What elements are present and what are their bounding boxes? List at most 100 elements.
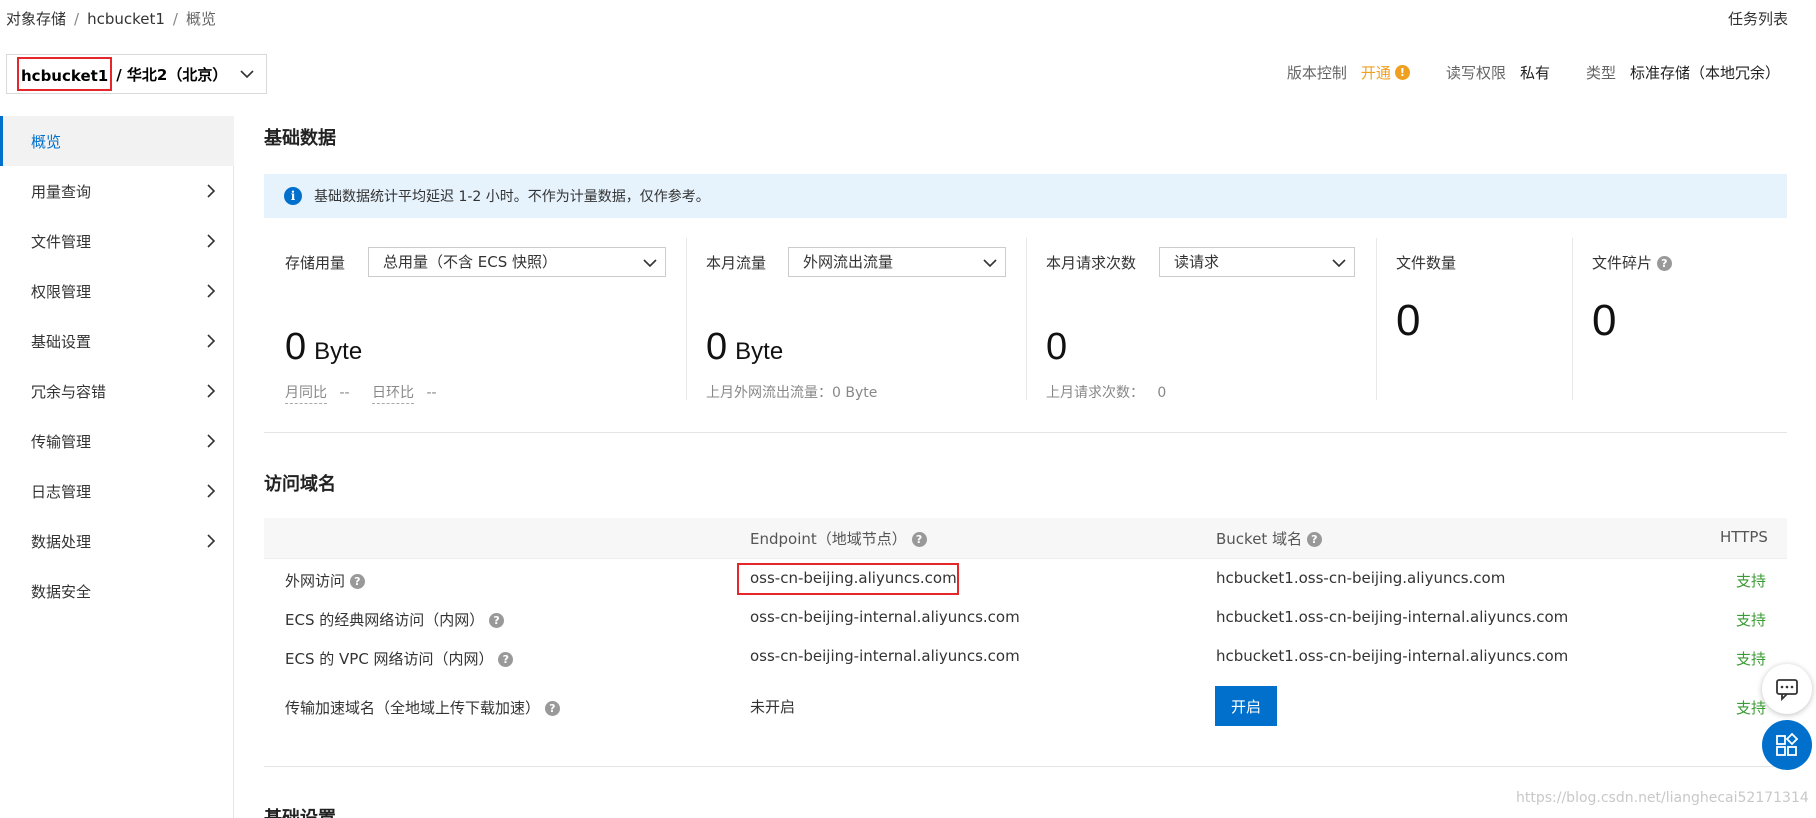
apps-icon — [1776, 732, 1799, 756]
basic-settings-title: 基础设置 — [264, 804, 336, 818]
mom-label[interactable]: 月同比 — [285, 385, 327, 404]
info-notice: i 基础数据统计平均延迟 1-2 小时。不作为计量数据，仅作参考。 — [264, 174, 1787, 218]
chevron-right-icon — [207, 384, 216, 398]
chevron-right-icon — [207, 484, 216, 498]
sidebar-item-basic-settings[interactable]: 基础设置 — [0, 316, 234, 366]
section-divider — [264, 766, 1787, 767]
help-icon[interactable]: ? — [544, 701, 560, 716]
warning-icon: ! — [1394, 65, 1410, 80]
bucket-domain-header: Bucket 域名 ? — [1216, 528, 1322, 549]
fragments-value: 0 — [1592, 296, 1617, 345]
chevron-right-icon — [207, 334, 216, 348]
domains-table-header: Endpoint（地域节点） ? Bucket 域名 ? HTTPS — [264, 518, 1787, 558]
version-control-value[interactable]: 开通 — [1361, 62, 1391, 83]
https-header: HTTPS — [1720, 528, 1768, 546]
storage-compare: 月同比 -- 日环比 -- — [285, 382, 437, 404]
sidebar-item-transfer[interactable]: 传输管理 — [0, 416, 234, 466]
https-support: 支持 — [1736, 611, 1767, 629]
sidebar-item-permissions[interactable]: 权限管理 — [0, 266, 234, 316]
breadcrumb-oss[interactable]: 对象存储 — [6, 10, 66, 28]
public-bucket-domain: hcbucket1.oss-cn-beijing.aliyuncs.com — [1216, 569, 1506, 587]
domains-title: 访问域名 — [264, 474, 336, 495]
help-icon[interactable]: ? — [911, 532, 927, 547]
table-row: 外网访问 ? — [285, 570, 365, 591]
chevron-right-icon — [207, 284, 216, 298]
sidebar-item-data-processing[interactable]: 数据处理 — [0, 516, 234, 566]
basic-data-title: 基础数据 — [264, 128, 336, 149]
bucket-meta: 版本控制 开通 ! 读写权限 私有 类型 标准存储（本地冗余） — [1287, 62, 1780, 83]
feedback-button[interactable] — [1762, 664, 1812, 714]
file-count-label: 文件数量 — [1396, 254, 1457, 272]
info-icon: i — [284, 187, 302, 205]
sidebar-item-overview[interactable]: 概览 — [0, 116, 234, 166]
rw-permission-value: 私有 — [1519, 64, 1550, 82]
chevron-right-icon — [207, 434, 216, 448]
section-divider — [264, 432, 1787, 433]
sidebar-item-files[interactable]: 文件管理 — [0, 216, 234, 266]
storage-type-label: 类型 — [1585, 64, 1616, 82]
public-endpoint: oss-cn-beijing.aliyuncs.com — [750, 569, 957, 587]
task-list-link[interactable]: 任务列表 — [1728, 8, 1788, 29]
divider — [686, 238, 687, 400]
help-icon[interactable]: ? — [1656, 256, 1672, 271]
vpc-bucket-domain: hcbucket1.oss-cn-beijing-internal.aliyun… — [1216, 647, 1569, 665]
apps-button[interactable] — [1762, 720, 1812, 770]
traffic-label: 本月流量 — [706, 254, 767, 272]
sidebar-item-data-security[interactable]: 数据安全 — [0, 566, 234, 616]
chevron-right-icon — [207, 184, 216, 198]
acceleration-status: 未开启 — [750, 698, 796, 716]
sidebar-item-logs[interactable]: 日志管理 — [0, 466, 234, 516]
chevron-down-icon — [1332, 259, 1346, 268]
table-row: 传输加速域名（全地域上传下载加速） ? — [285, 697, 560, 718]
chevron-down-icon — [983, 259, 997, 268]
divider — [1572, 238, 1573, 400]
storage-type-value: 标准存储（本地冗余） — [1629, 64, 1780, 82]
help-icon[interactable]: ? — [489, 613, 505, 628]
help-icon[interactable]: ? — [1306, 532, 1322, 547]
chat-icon — [1776, 679, 1798, 702]
storage-usage-select[interactable]: 总用量（不含 ECS 快照） — [368, 247, 666, 277]
chevron-right-icon — [207, 534, 216, 548]
traffic-last-month: 上月外网流出流量：0 Byte — [706, 385, 878, 401]
traffic-select[interactable]: 外网流出流量 — [788, 247, 1006, 277]
sidebar-item-redundancy[interactable]: 冗余与容错 — [0, 366, 234, 416]
bucket-name: hcbucket1 — [17, 57, 113, 91]
fragments-label: 文件碎片 ? — [1592, 252, 1672, 273]
help-icon[interactable]: ? — [498, 652, 514, 667]
classic-endpoint: oss-cn-beijing-internal.aliyuncs.com — [750, 608, 1020, 626]
file-count-value: 0 — [1396, 296, 1421, 345]
table-row: ECS 的经典网络访问（内网） ? — [285, 609, 505, 630]
storage-usage-value: 0 Byte — [285, 326, 363, 368]
requests-value: 0 — [1046, 326, 1068, 368]
bucket-selector[interactable]: hcbucket1 / 华北2（北京） — [6, 54, 267, 94]
info-notice-text: 基础数据统计平均延迟 1-2 小时。不作为计量数据，仅作参考。 — [314, 189, 710, 205]
bucket-region: / 华北2（北京） — [116, 65, 228, 84]
watermark: https://blog.csdn.net/lianghecai52171314 — [1516, 790, 1809, 806]
divider — [1026, 238, 1027, 400]
row-divider — [264, 558, 1787, 559]
sidebar: 概览 用量查询 文件管理 权限管理 基础设置 冗余与容错 传输管理 日志管理 数… — [0, 116, 234, 818]
storage-usage-label: 存储用量 — [285, 254, 346, 272]
rw-permission-label: 读写权限 — [1445, 64, 1506, 82]
dod-label[interactable]: 日环比 — [372, 385, 415, 404]
traffic-value: 0 Byte — [706, 326, 784, 368]
chevron-right-icon — [207, 234, 216, 248]
vpc-endpoint: oss-cn-beijing-internal.aliyuncs.com — [750, 647, 1020, 665]
breadcrumb-bucket[interactable]: hcbucket1 — [87, 10, 165, 28]
requests-last-month: 上月请求次数： 0 — [1046, 385, 1167, 401]
breadcrumb-current: 概览 — [185, 10, 216, 28]
requests-label: 本月请求次数 — [1046, 254, 1137, 272]
endpoint-header: Endpoint（地域节点） ? — [750, 528, 927, 549]
chevron-down-icon — [643, 259, 657, 268]
divider — [1376, 238, 1377, 400]
breadcrumb: 对象存储 / hcbucket1/概览 — [6, 10, 216, 28]
https-support: 支持 — [1736, 572, 1767, 590]
requests-select[interactable]: 读请求 — [1159, 247, 1355, 277]
sidebar-item-usage[interactable]: 用量查询 — [0, 166, 234, 216]
classic-bucket-domain: hcbucket1.oss-cn-beijing-internal.aliyun… — [1216, 608, 1569, 626]
table-row: ECS 的 VPC 网络访问（内网） ? — [285, 648, 514, 669]
enable-acceleration-button[interactable]: 开启 — [1215, 686, 1277, 726]
version-control-label: 版本控制 — [1286, 64, 1347, 82]
help-icon[interactable]: ? — [349, 574, 365, 589]
chevron-down-icon — [240, 70, 254, 79]
